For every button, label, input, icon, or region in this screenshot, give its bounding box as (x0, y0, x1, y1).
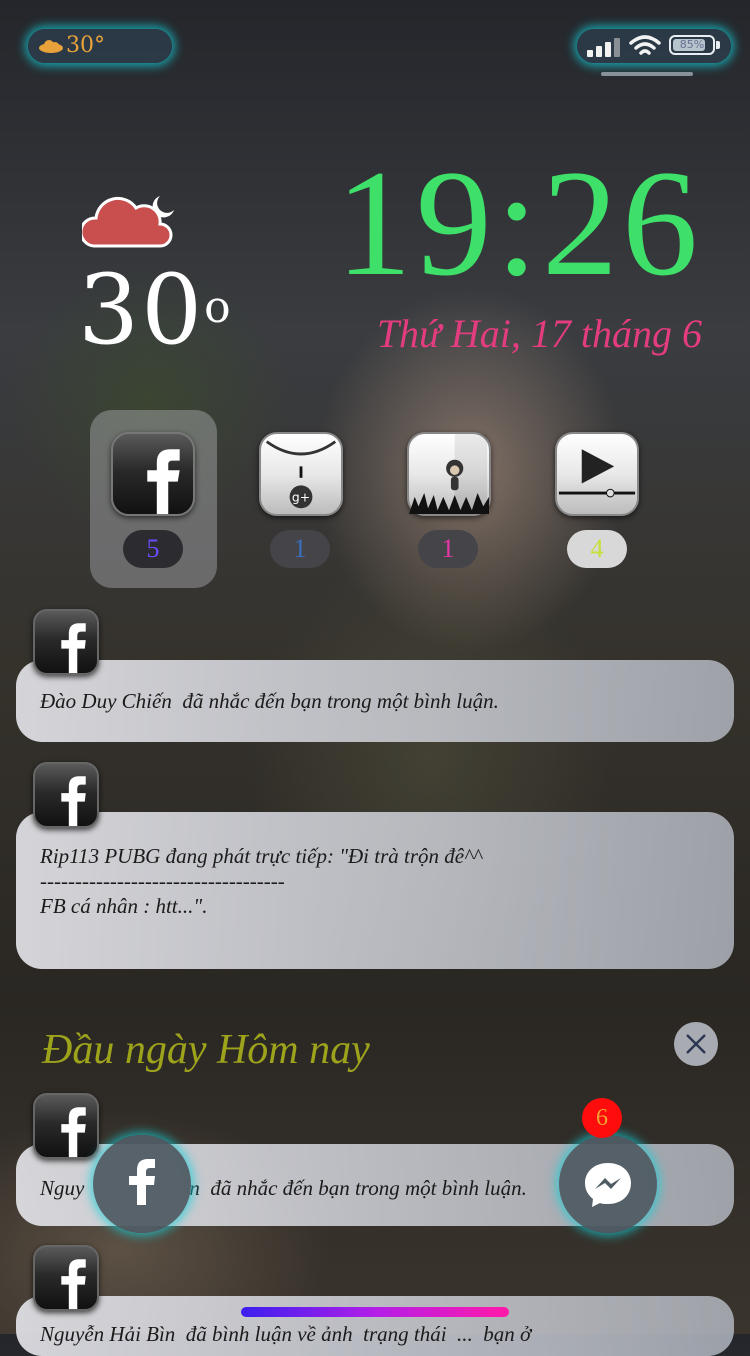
temperature-value: 30 (78, 254, 205, 366)
play-icon (558, 449, 636, 498)
cloud-moon-icon (82, 196, 174, 248)
weather-temperature: 30o (78, 255, 233, 365)
messenger-shortcut-button[interactable] (559, 1135, 657, 1233)
notification-text: Nguyễn Hải Bìn đã bình luận về ảnh trạng… (40, 1322, 532, 1346)
notification-text-line-2: ----------------------------------- (40, 869, 285, 893)
wifi-icon (629, 35, 661, 55)
app-monkey-game[interactable] (407, 432, 491, 516)
app-monkey-game-badge: 1 (418, 530, 478, 568)
app-video-player[interactable] (555, 432, 639, 516)
status-temperature: 30° (66, 33, 105, 58)
google-plus-icon: g+ (265, 440, 337, 509)
notification-app-icon (33, 762, 99, 828)
app-monkey-game-badge-count: 1 (441, 534, 455, 563)
app-google-plus[interactable]: g+ (259, 432, 343, 516)
app-facebook-badge-count: 5 (146, 534, 160, 563)
notification-app-icon (33, 1245, 99, 1311)
notification-card[interactable]: Đào Duy Chiến đã nhắc đến bạn trong một … (16, 660, 734, 742)
app-google-plus-badge: 1 (270, 530, 330, 568)
clock-date: Thứ Hai, 17 tháng 6 (376, 311, 702, 356)
notification-text-line-3: FB cá nhân : htt...". (40, 894, 208, 918)
notification-text-line-1: Rip113 PUBG đang phát trực tiếp: "Đi trà… (40, 844, 482, 868)
facebook-icon (147, 449, 180, 514)
cellular-signal-icon (587, 38, 620, 57)
notification-card[interactable]: Nguyễn Hải Bìn đã bình luận về ảnh trạng… (16, 1296, 734, 1356)
app-google-plus-badge-count: 1 (293, 534, 307, 563)
battery-tip (716, 41, 720, 49)
close-icon (686, 1034, 706, 1054)
notification-text: Đào Duy Chiến đã nhắc đến bạn trong một … (40, 689, 499, 713)
battery-text: 85% (679, 38, 705, 51)
facebook-icon (129, 1159, 155, 1205)
status-pill: 85% (577, 29, 731, 63)
monkey-icon (409, 434, 489, 514)
notification-app-icon (33, 609, 99, 675)
facebook-icon (61, 1107, 86, 1157)
app-video-player-badge-count: 4 (590, 534, 604, 563)
svg-text:g+: g+ (292, 491, 310, 505)
degree-symbol: o (204, 282, 233, 333)
app-video-player-badge: 4 (567, 530, 627, 568)
battery-icon: 85% (669, 35, 715, 55)
mini-cloud-icon (39, 40, 63, 53)
messenger-icon (585, 1163, 631, 1207)
home-indicator[interactable] (241, 1307, 509, 1317)
facebook-icon (61, 1259, 86, 1309)
clear-section-button[interactable] (674, 1022, 718, 1066)
notification-card[interactable]: Rip113 PUBG đang phát trực tiếp: "Đi trà… (16, 812, 734, 969)
app-facebook[interactable] (111, 432, 195, 516)
facebook-icon (61, 623, 86, 673)
section-title: Đầu ngày Hôm nay (42, 1027, 370, 1073)
top-indicator-bar (601, 72, 693, 76)
facebook-shortcut-button[interactable] (93, 1135, 191, 1233)
clock-time: 19:26 (335, 139, 702, 307)
facebook-icon (61, 776, 86, 826)
messenger-badge: 6 (582, 1098, 622, 1138)
app-facebook-badge: 5 (123, 530, 183, 568)
weather-pill: 30° (28, 29, 172, 63)
notification-app-icon (33, 1093, 99, 1159)
